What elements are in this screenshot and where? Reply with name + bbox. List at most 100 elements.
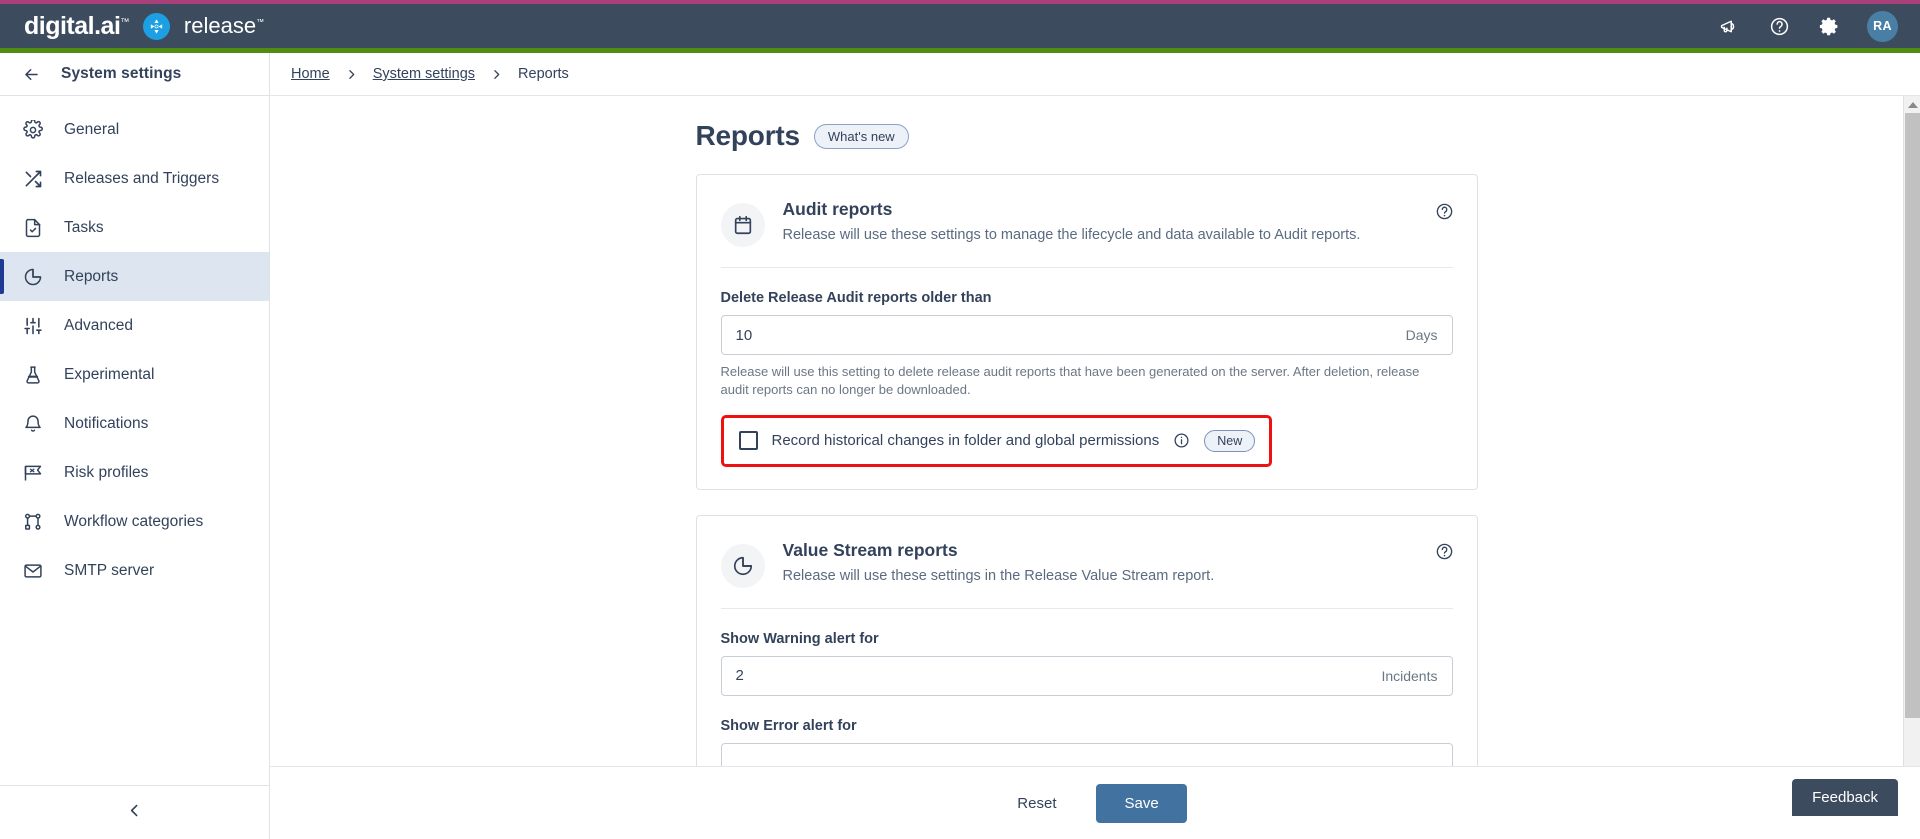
new-badge[interactable]: New [1204, 429, 1256, 452]
sidebar-item-label: Risk profiles [64, 463, 149, 481]
field-label: Delete Release Audit reports older than [720, 290, 992, 306]
help-icon[interactable] [1767, 14, 1791, 38]
question-circle-icon[interactable] [1435, 201, 1455, 221]
app-header: digital.ai™ release™ RA [0, 4, 1920, 48]
sidebar-item-risk-profiles[interactable]: Risk profiles [0, 448, 269, 497]
sidebar-item-label: Experimental [64, 365, 155, 383]
card-header: Audit reports Release will use these set… [697, 175, 1477, 267]
breadcrumb-item-home[interactable]: Home [291, 66, 330, 82]
settings-content: Reports What's new Audit reports Release… [270, 96, 1903, 766]
page-title: Reports [695, 120, 801, 151]
sidebar-item-general[interactable]: General [0, 105, 269, 154]
save-button[interactable]: Save [1096, 783, 1187, 823]
field-warning-alert: Show Warning alert for 2 Incidents [720, 630, 1453, 696]
card-description: Release will use these settings in the R… [782, 567, 1215, 584]
pie-chart-icon [22, 266, 44, 288]
bell-icon [22, 413, 44, 435]
calendar-icon [720, 203, 765, 247]
gear-icon[interactable] [1817, 14, 1841, 38]
sidebar-item-label: General [64, 120, 120, 138]
delete-audit-reports-input[interactable]: 10 Days [720, 315, 1453, 355]
arrow-left-icon[interactable] [22, 65, 41, 84]
gear-icon [22, 119, 44, 141]
reset-button[interactable]: Reset [1003, 787, 1070, 820]
sidebar-item-label: Notifications [64, 414, 149, 432]
card-body: Delete Release Audit reports older than … [697, 268, 1477, 489]
release-logo-icon [142, 12, 170, 40]
brand-digitalai-text: digital.ai™ [24, 11, 129, 40]
question-circle-icon[interactable] [1435, 542, 1455, 562]
sidebar-item-experimental[interactable]: Experimental [0, 350, 269, 399]
breadcrumb-item-reports: Reports [518, 66, 569, 82]
sidebar-item-smtp-server[interactable]: SMTP server [0, 546, 269, 595]
sidebar-nav: General Releases and Triggers Tasks Repo… [0, 96, 269, 595]
sidebar-item-label: SMTP server [64, 561, 155, 579]
sidebar-item-label: Advanced [64, 316, 133, 334]
workflow-nodes-icon [22, 511, 44, 533]
feedback-button[interactable]: Feedback [1792, 779, 1898, 816]
page-header: Reports What's new [696, 120, 1478, 152]
checkbox-label: Record historical changes in folder and … [771, 432, 1160, 450]
triangle-up-icon [1907, 101, 1918, 108]
card-title: Audit reports [782, 199, 893, 219]
sidebar: System settings General Releases and Tri… [0, 53, 270, 839]
sidebar-item-label: Workflow categories [64, 512, 204, 530]
document-check-icon [22, 217, 44, 239]
card-body: Show Warning alert for 2 Incidents Show … [697, 609, 1477, 766]
brand-logo[interactable]: digital.ai™ release™ [24, 11, 265, 40]
chevron-right-icon [490, 68, 503, 81]
input-value: 10 [735, 326, 753, 344]
breadcrumb: Home System settings Reports [270, 53, 1920, 96]
main-content: Reports What's new Audit reports Release… [270, 96, 1903, 766]
brand-release-text: release™ [183, 13, 265, 38]
sidebar-title: System settings [61, 65, 182, 82]
chevron-right-icon [345, 68, 358, 81]
sidebar-item-label: Reports [64, 267, 119, 285]
sidebar-item-workflow-categories[interactable]: Workflow categories [0, 497, 269, 546]
sidebar-item-label: Tasks [64, 218, 104, 236]
footer-action-bar: Reset Save [270, 766, 1920, 839]
card-audit-reports: Audit reports Release will use these set… [695, 174, 1478, 490]
sidebar-collapse-button[interactable] [0, 785, 269, 839]
breadcrumb-item-system-settings[interactable]: System settings [373, 66, 475, 82]
whats-new-badge[interactable]: What's new [813, 123, 909, 149]
card-description: Release will use these settings to manag… [782, 227, 1361, 243]
sliders-icon [22, 315, 44, 337]
pie-chart-icon [720, 543, 765, 588]
envelope-icon [22, 560, 44, 582]
record-historical-changes-highlight: Record historical changes in folder and … [720, 414, 1273, 467]
field-label: Show Warning alert for [720, 630, 879, 647]
card-title: Value Stream reports [782, 539, 958, 560]
field-label: Show Error alert for [720, 717, 857, 734]
sidebar-item-label: Releases and Triggers [64, 169, 220, 187]
sidebar-item-releases-and-triggers[interactable]: Releases and Triggers [0, 154, 269, 203]
risk-flag-icon [22, 462, 44, 484]
shuffle-icon [22, 168, 44, 190]
error-alert-input[interactable] [720, 742, 1453, 766]
input-value: 2 [735, 667, 744, 685]
record-historical-changes-checkbox[interactable] [738, 431, 758, 451]
card-header: Value Stream reports Release will use th… [697, 516, 1477, 608]
card-header-text: Value Stream reports Release will use th… [783, 540, 1453, 587]
sidebar-item-notifications[interactable]: Notifications [0, 399, 269, 448]
field-help-text: Release will use this setting to delete … [720, 364, 1420, 398]
avatar[interactable]: RA [1867, 10, 1898, 42]
sidebar-item-tasks[interactable]: Tasks [0, 203, 269, 252]
sidebar-header: System settings [0, 53, 269, 96]
scroll-up-button[interactable] [1904, 96, 1920, 113]
sidebar-item-advanced[interactable]: Advanced [0, 301, 269, 350]
info-circle-icon[interactable] [1173, 432, 1190, 449]
field-delete-audit-reports: Delete Release Audit reports older than … [720, 290, 1453, 400]
card-value-stream-reports: Value Stream reports Release will use th… [695, 514, 1478, 766]
sidebar-item-reports[interactable]: Reports [0, 252, 269, 301]
input-suffix: Days [1405, 327, 1438, 343]
announcement-icon[interactable] [1717, 14, 1741, 38]
flask-icon [22, 364, 44, 386]
chevron-left-icon [126, 802, 143, 824]
warning-alert-input[interactable]: 2 Incidents [720, 655, 1453, 696]
field-error-alert: Show Error alert for [720, 717, 1453, 766]
header-actions: RA [1717, 10, 1898, 42]
input-suffix: Incidents [1381, 667, 1438, 684]
vertical-scrollbar[interactable] [1903, 96, 1920, 839]
scrollbar-thumb[interactable] [1905, 113, 1920, 718]
